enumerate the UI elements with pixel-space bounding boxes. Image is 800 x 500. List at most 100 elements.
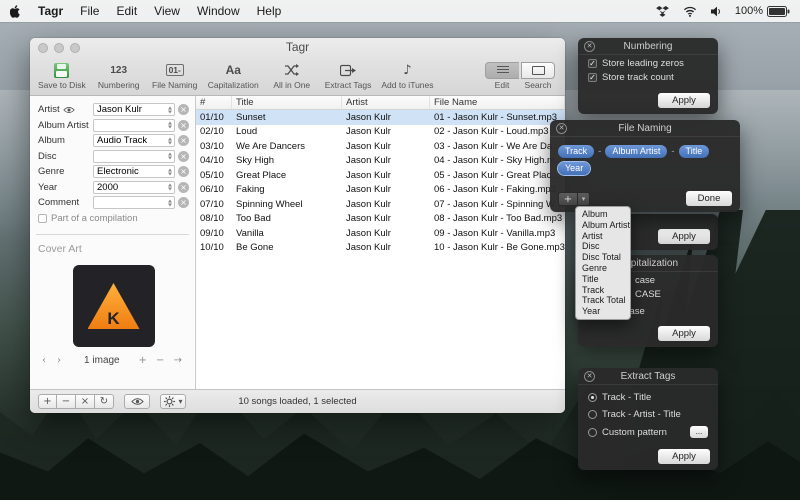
clear-artist-button[interactable]: × bbox=[178, 104, 189, 115]
menu-edit[interactable]: Edit bbox=[116, 4, 137, 18]
token-field[interactable]: Track - Album Artist - Title Year bbox=[550, 137, 740, 175]
numbering-apply-button[interactable]: Apply bbox=[658, 93, 710, 108]
edit-segment[interactable] bbox=[485, 62, 519, 79]
menu-item-album[interactable]: Album bbox=[576, 209, 630, 220]
menu-item-genre[interactable]: Genre bbox=[576, 263, 630, 274]
track-artist-title-radio[interactable] bbox=[588, 410, 597, 419]
combo-arrows-icon bbox=[168, 184, 172, 191]
artist-combo[interactable]: Jason Kulr bbox=[93, 103, 175, 116]
apple-menu-icon[interactable] bbox=[10, 5, 21, 18]
menu-item-artist[interactable]: Artist bbox=[576, 231, 630, 242]
close-icon[interactable]: ✕ bbox=[556, 123, 567, 134]
done-button[interactable]: Done bbox=[686, 191, 732, 206]
eye-icon[interactable] bbox=[63, 106, 75, 114]
clear-comment-button[interactable]: × bbox=[178, 197, 189, 208]
track-title-radio[interactable] bbox=[588, 393, 597, 402]
menu-file[interactable]: File bbox=[80, 4, 99, 18]
genre-combo[interactable]: Electronic bbox=[93, 165, 175, 178]
table-row[interactable]: 02/10LoudJason Kulr02 - Jason Kulr - Lou… bbox=[196, 125, 565, 140]
leading-zeros-checkbox[interactable]: ✓ bbox=[588, 59, 597, 68]
token-album-artist[interactable]: Album Artist bbox=[605, 145, 667, 158]
custom-pattern-radio[interactable] bbox=[588, 428, 597, 437]
col-artist[interactable]: Artist bbox=[342, 96, 430, 109]
clear-disc-button[interactable]: × bbox=[178, 151, 189, 162]
extract-apply-button[interactable]: Apply bbox=[658, 449, 710, 464]
capitalization-apply-button[interactable]: Apply bbox=[658, 326, 710, 341]
close-button[interactable] bbox=[38, 43, 48, 53]
search-segment[interactable] bbox=[521, 62, 555, 79]
table-row[interactable]: 10/10Be GoneJason Kulr10 - Jason Kulr - … bbox=[196, 241, 565, 256]
volume-icon[interactable] bbox=[711, 6, 723, 17]
menu-item-disc[interactable]: Disc bbox=[576, 241, 630, 252]
menu-view[interactable]: View bbox=[154, 4, 180, 18]
table-row[interactable]: 01/10SunsetJason Kulr01 - Jason Kulr - S… bbox=[196, 110, 565, 125]
album-artist-combo[interactable] bbox=[93, 119, 175, 132]
album-combo[interactable]: Audio Track bbox=[93, 134, 175, 147]
menu-app-name[interactable]: Tagr bbox=[38, 4, 63, 18]
actions-gear-button[interactable]: ▾ bbox=[160, 394, 186, 409]
menu-window[interactable]: Window bbox=[197, 4, 240, 18]
table-row[interactable]: 05/10Great PlaceJason Kulr05 - Jason Kul… bbox=[196, 168, 565, 183]
menu-item-title[interactable]: Title bbox=[576, 274, 630, 285]
custom-pattern-option[interactable]: Custom pattern ... bbox=[578, 420, 718, 438]
hidden-panel-apply-button[interactable]: Apply bbox=[658, 229, 710, 244]
dropbox-icon[interactable] bbox=[656, 6, 669, 17]
prev-next-image-buttons[interactable]: ‹ › bbox=[42, 355, 65, 366]
col-filename[interactable]: File Name bbox=[430, 96, 565, 109]
add-remove-image-buttons[interactable]: + − → bbox=[139, 355, 186, 366]
wifi-icon[interactable] bbox=[683, 6, 697, 17]
title-bar[interactable]: Tagr bbox=[30, 38, 565, 56]
menu-help[interactable]: Help bbox=[257, 4, 282, 18]
add-token-button[interactable]: + bbox=[558, 192, 578, 206]
menu-item-track-total[interactable]: Track Total bbox=[576, 295, 630, 306]
year-combo[interactable]: 2000 bbox=[93, 181, 175, 194]
table-row[interactable]: 09/10VanillaJason Kulr09 - Jason Kulr - … bbox=[196, 226, 565, 241]
close-icon[interactable]: ✕ bbox=[584, 371, 595, 382]
table-row[interactable]: 07/10Spinning WheelJason Kulr07 - Jason … bbox=[196, 197, 565, 212]
cover-art-image[interactable]: K bbox=[73, 265, 155, 347]
zoom-button[interactable] bbox=[70, 43, 80, 53]
add-to-itunes-button[interactable]: ♪ Add to iTunes bbox=[381, 62, 433, 90]
panel-divider bbox=[36, 234, 189, 235]
token-track[interactable]: Track bbox=[558, 145, 594, 158]
custom-pattern-more-button[interactable]: ... bbox=[690, 426, 708, 438]
menu-item-track[interactable]: Track bbox=[576, 285, 630, 296]
col-title[interactable]: Title bbox=[232, 96, 342, 109]
capitalization-button[interactable]: Aa Capitalization bbox=[208, 62, 259, 90]
add-songs-button[interactable]: + bbox=[38, 394, 57, 409]
reload-button[interactable]: ↻ bbox=[95, 394, 114, 409]
comment-combo[interactable] bbox=[93, 196, 175, 209]
track-count-checkbox[interactable]: ✓ bbox=[588, 73, 597, 82]
token-year[interactable]: Year bbox=[558, 162, 590, 175]
table-row[interactable]: 08/10Too BadJason Kulr08 - Jason Kulr - … bbox=[196, 212, 565, 227]
token-title[interactable]: Title bbox=[679, 145, 710, 158]
clear-album-button[interactable]: × bbox=[178, 135, 189, 146]
track-artist-title-option[interactable]: Track - Artist - Title bbox=[578, 403, 718, 420]
remove-songs-button[interactable]: − bbox=[57, 394, 76, 409]
table-row[interactable]: 03/10We Are DancersJason Kulr03 - Jason … bbox=[196, 139, 565, 154]
col-number[interactable]: # bbox=[196, 96, 232, 109]
menu-item-disc-total[interactable]: Disc Total bbox=[576, 252, 630, 263]
table-row[interactable]: 06/10FakingJason Kulr06 - Jason Kulr - F… bbox=[196, 183, 565, 198]
minimize-button[interactable] bbox=[54, 43, 64, 53]
preview-eye-button[interactable] bbox=[124, 394, 150, 409]
cover-art-controls: ‹ › 1 image + − → bbox=[38, 355, 189, 366]
clear-year-button[interactable]: × bbox=[178, 182, 189, 193]
numbering-button[interactable]: 123 Numbering bbox=[96, 62, 142, 90]
extract-tags-button[interactable]: Extract Tags bbox=[325, 62, 372, 90]
clear-album-artist-button[interactable]: × bbox=[178, 120, 189, 131]
save-to-disk-button[interactable]: Save to Disk bbox=[38, 62, 86, 90]
menu-item-album-artist[interactable]: Album Artist bbox=[576, 220, 630, 231]
disc-combo[interactable] bbox=[93, 150, 175, 163]
clear-songs-button[interactable]: × bbox=[76, 394, 95, 409]
add-token-dropdown-icon[interactable]: ▾ bbox=[578, 192, 590, 206]
menu-item-year[interactable]: Year bbox=[576, 306, 630, 317]
table-row[interactable]: 04/10Sky HighJason Kulr04 - Jason Kulr -… bbox=[196, 154, 565, 169]
all-in-one-button[interactable]: All in One bbox=[269, 62, 315, 90]
close-icon[interactable]: ✕ bbox=[584, 41, 595, 52]
file-naming-button[interactable]: 01- File Naming bbox=[152, 62, 198, 90]
clear-genre-button[interactable]: × bbox=[178, 166, 189, 177]
battery-icon[interactable] bbox=[767, 6, 790, 17]
track-title-option[interactable]: Track - Title bbox=[578, 385, 718, 403]
compilation-checkbox[interactable] bbox=[38, 214, 47, 223]
